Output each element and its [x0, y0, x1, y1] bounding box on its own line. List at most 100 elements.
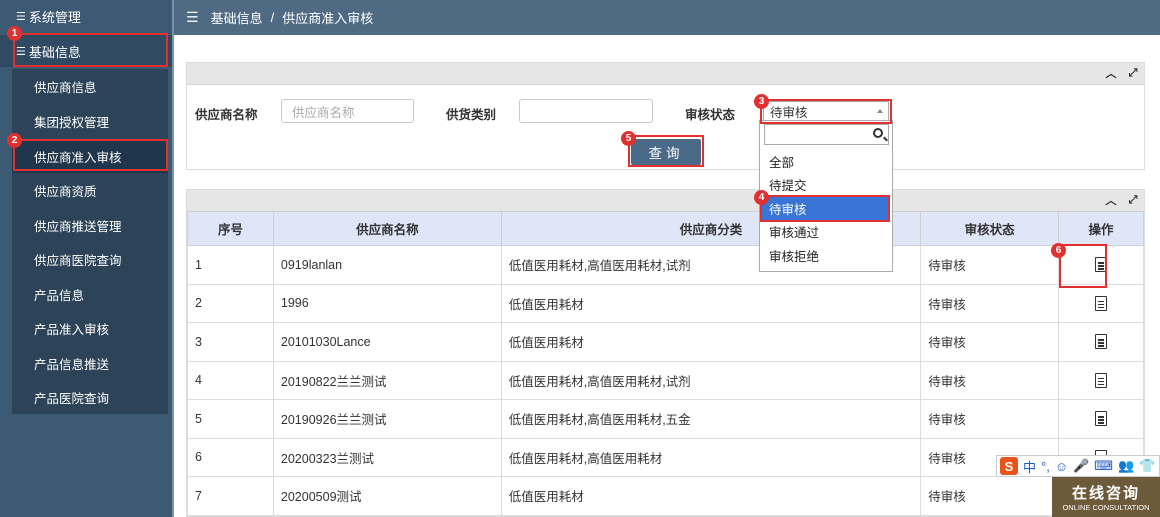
expand-icon[interactable]: ⤢: [1126, 193, 1140, 207]
list-icon: ☰: [16, 10, 26, 23]
annotation-badge: 3: [754, 94, 769, 109]
sidebar-submenu: 供应商信息 集团授权管理 供应商准入审核 供应商资质 供应商推送管理 供应商医院…: [12, 69, 168, 414]
cell-action: [1058, 283, 1144, 323]
cell-name: 0919lanlan: [272, 245, 502, 285]
sidebar-item-supplier-hospital[interactable]: 供应商医院查询: [12, 242, 168, 276]
audit-status-label: 审核状态: [685, 108, 736, 122]
col-header-name[interactable]: 供应商名称: [272, 211, 502, 246]
cell-no: 1: [187, 245, 274, 285]
table-row[interactable]: 2 1996 低值医用耗材 待审核: [187, 283, 1144, 323]
ime-punctuation[interactable]: °,: [1041, 459, 1050, 474]
annotation-box: [13, 139, 168, 171]
cell-action: [1058, 360, 1144, 400]
table-row[interactable]: 1 0919lanlan 低值医用耗材,高值医用耗材,试剂 待审核: [187, 245, 1144, 285]
col-header-status[interactable]: 审核状态: [920, 211, 1060, 246]
sidebar-item-product-info[interactable]: 产品信息: [12, 277, 168, 311]
sidebar: ☰ 系统管理 ☰ 基础信息 供应商信息 集团授权管理 供应商准入审核 供应商资质…: [0, 0, 172, 517]
sidebar-section-system[interactable]: ☰ 系统管理: [0, 0, 172, 32]
cell-category: 低值医用耗材,高值医用耗材,五金: [500, 399, 922, 439]
table-header-row: 序号 供应商名称 供应商分类 审核状态 操作: [187, 211, 1144, 246]
ime-toolbar: S 中 °, ☺ 🎤 ⌨ 👥 👕: [996, 455, 1160, 477]
cell-category: 低值医用耗材: [500, 283, 922, 323]
cell-action: [1058, 322, 1144, 362]
annotation-badge: 5: [621, 131, 636, 146]
cell-status: 待审核: [920, 360, 1060, 400]
sidebar-item-supplier-qualification[interactable]: 供应商资质: [12, 173, 168, 207]
sidebar-item-label: 集团授权管理: [34, 115, 110, 130]
consult-title: 在线咨询: [1071, 485, 1140, 502]
document-icon[interactable]: [1095, 411, 1108, 427]
expand-icon[interactable]: ⤢: [1126, 66, 1140, 80]
online-consultation-widget[interactable]: 在线咨询 ONLINE CONSULTATION: [1052, 477, 1160, 517]
collapse-icon[interactable]: ︿: [1104, 66, 1118, 80]
emoji-icon[interactable]: ☺: [1055, 459, 1068, 474]
collapse-icon[interactable]: ︿: [1104, 193, 1118, 207]
search-icon: [873, 128, 883, 138]
cell-status: 待审核: [920, 245, 1060, 285]
shirt-icon[interactable]: 👕: [1139, 458, 1155, 474]
cell-name: 20190926兰兰测试: [272, 399, 502, 439]
cell-no: 7: [187, 476, 274, 516]
option-pending-submit[interactable]: 待提交: [762, 173, 890, 196]
sidebar-item-supplier-push[interactable]: 供应商推送管理: [12, 208, 168, 242]
annotation-box: [628, 135, 704, 167]
supplier-name-label: 供应商名称: [195, 108, 258, 122]
panel-header: ︿ ⤢: [187, 63, 1144, 85]
microphone-icon[interactable]: 🎤: [1073, 458, 1089, 474]
cell-action: [1058, 399, 1144, 439]
table-row[interactable]: 7 20200509测试 低值医用耗材 待审核: [187, 476, 1144, 516]
option-approved[interactable]: 审核通过: [762, 220, 890, 243]
sidebar-item-label: 产品信息推送: [34, 357, 110, 372]
cell-category: 低值医用耗材: [500, 322, 922, 362]
sidebar-item-product-push[interactable]: 产品信息推送: [12, 346, 168, 380]
consult-subtitle: ONLINE CONSULTATION: [1062, 503, 1150, 512]
keyboard-icon[interactable]: ⌨: [1094, 458, 1113, 474]
ime-mode[interactable]: 中: [1023, 457, 1036, 476]
sidebar-item-label: 供应商推送管理: [34, 219, 122, 234]
cell-name: 20190822兰兰测试: [272, 360, 502, 400]
col-header-action: 操作: [1058, 211, 1144, 246]
table-row[interactable]: 4 20190822兰兰测试 低值医用耗材,高值医用耗材,试剂 待审核: [187, 360, 1144, 400]
sidebar-item-label: 产品医院查询: [34, 391, 110, 406]
sidebar-item-supplier-info[interactable]: 供应商信息: [12, 69, 168, 103]
annotation-badge: 2: [7, 133, 22, 148]
col-header-no[interactable]: 序号: [187, 211, 274, 246]
sidebar-item-label: 产品信息: [34, 288, 85, 303]
sidebar-item-label: 供应商信息: [34, 80, 97, 95]
cell-name: 1996: [272, 283, 502, 323]
document-icon[interactable]: [1095, 372, 1108, 388]
menu-icon[interactable]: ☰: [186, 9, 199, 26]
cell-name: 20200509测试: [272, 476, 502, 516]
sidebar-item-product-hospital[interactable]: 产品医院查询: [12, 380, 168, 414]
breadcrumb: ☰ 基础信息 / 供应商准入审核: [174, 0, 1160, 35]
document-icon[interactable]: [1095, 295, 1108, 311]
supply-type-select[interactable]: [519, 99, 653, 123]
sidebar-item-group-auth[interactable]: 集团授权管理: [12, 104, 168, 138]
dropdown-search-input[interactable]: [764, 124, 889, 145]
cell-no: 6: [187, 437, 274, 477]
breadcrumb-root[interactable]: 基础信息: [211, 8, 263, 27]
annotation-box: [1059, 244, 1107, 288]
supplier-name-input[interactable]: 供应商名称: [281, 99, 414, 123]
annotation-badge: 4: [754, 190, 769, 205]
table-row[interactable]: 3 20101030Lance 低值医用耗材 待审核: [187, 322, 1144, 362]
panel-header: ︿ ⤢: [187, 190, 1144, 212]
table-row[interactable]: 5 20190926兰兰测试 低值医用耗材,高值医用耗材,五金 待审核: [187, 399, 1144, 439]
cell-category: 低值医用耗材: [500, 476, 922, 516]
sogou-ime-icon[interactable]: S: [1000, 457, 1018, 475]
cell-no: 4: [187, 360, 274, 400]
cell-name: 20200323兰测试: [272, 437, 502, 477]
annotation-badge: 1: [7, 26, 22, 41]
sidebar-section-label: 系统管理: [28, 9, 81, 25]
option-rejected[interactable]: 审核拒绝: [762, 244, 890, 267]
cell-name: 20101030Lance: [272, 322, 502, 362]
annotation-box: [13, 33, 168, 67]
annotation-box: [760, 99, 892, 124]
option-all[interactable]: 全部: [762, 150, 890, 173]
cell-category: 低值医用耗材,高值医用耗材: [500, 437, 922, 477]
document-icon[interactable]: [1095, 334, 1108, 350]
cell-no: 2: [187, 283, 274, 323]
sidebar-item-product-admission[interactable]: 产品准入审核: [12, 311, 168, 345]
sidebar-item-label: 供应商医院查询: [34, 253, 122, 268]
people-icon[interactable]: 👥: [1118, 458, 1134, 474]
